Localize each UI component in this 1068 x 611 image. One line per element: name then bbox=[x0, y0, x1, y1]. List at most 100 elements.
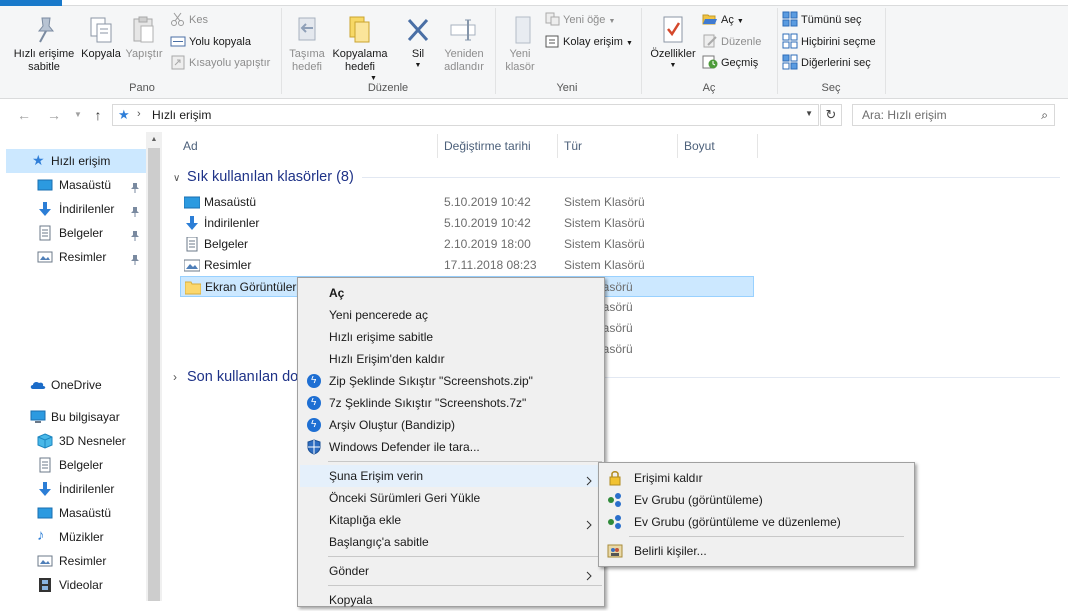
recent-locations-chevron-icon[interactable]: ▼ bbox=[68, 106, 88, 124]
back-arrow-icon[interactable]: ← bbox=[14, 106, 34, 124]
desktop-icon bbox=[37, 177, 53, 193]
pictures-icon bbox=[37, 553, 53, 569]
nav-item-onedrive[interactable]: OneDrive bbox=[6, 373, 142, 397]
file-row[interactable]: Masaüstü 5.10.2019 10:42 Sistem Klasörü bbox=[180, 192, 754, 213]
nav-scroll-up-icon[interactable]: ▲ bbox=[148, 133, 160, 147]
easy-access-button[interactable]: Kolay erişim ▼ bbox=[544, 32, 633, 52]
group-header-recent[interactable]: › Son kullanılan do bbox=[173, 367, 298, 387]
column-header-type[interactable]: Tür bbox=[564, 136, 582, 160]
menu-item-open[interactable]: Aç bbox=[300, 282, 602, 304]
refresh-button[interactable]: ↻ bbox=[820, 104, 842, 126]
menu-item-7z[interactable]: ϟ 7z Şeklinde Sıkıştır "Screenshots.7z" bbox=[300, 392, 602, 414]
open-button[interactable]: Aç ▼ bbox=[702, 10, 744, 30]
menu-item-include-library[interactable]: Kitaplığa ekle bbox=[300, 509, 602, 531]
column-divider[interactable] bbox=[437, 134, 438, 158]
menu-item-label: Yeni pencerede aç bbox=[329, 308, 428, 322]
nav-item-3d-objects[interactable]: 3D Nesneler bbox=[6, 429, 142, 453]
nav-item-pc-pictures[interactable]: Resimler bbox=[6, 549, 142, 573]
chevron-right-icon: › bbox=[173, 370, 177, 384]
properties-icon bbox=[657, 14, 689, 46]
select-all-icon bbox=[782, 11, 798, 27]
group-title: Sık kullanılan klasörler (8) bbox=[187, 169, 354, 185]
column-header-date[interactable]: Değiştirme tarihi bbox=[444, 136, 531, 160]
address-dropdown-chevron-icon[interactable]: ▼ bbox=[805, 109, 813, 118]
menu-item-remove-quick-access[interactable]: Hızlı Erişim'den kaldır bbox=[300, 348, 602, 370]
properties-button[interactable]: Özellikler ▼ bbox=[646, 14, 700, 71]
group-label-duzenle: Düzenle bbox=[367, 82, 409, 94]
nav-item-pc-documents[interactable]: Belgeler bbox=[6, 453, 142, 477]
nav-item-this-pc[interactable]: Bu bilgisayar bbox=[6, 405, 142, 429]
rename-button[interactable]: Yeniden adlandır bbox=[440, 14, 488, 74]
pin-quick-access-button[interactable]: Hızlı erişime sabitle bbox=[8, 14, 80, 74]
nav-item-desktop[interactable]: Masaüstü bbox=[6, 173, 142, 197]
breadcrumb[interactable]: Hızlı erişim bbox=[152, 108, 211, 122]
nav-item-documents[interactable]: Belgeler bbox=[6, 221, 142, 245]
menu-item-give-access[interactable]: Şuna Erişim verin bbox=[300, 465, 602, 487]
nav-item-pc-downloads[interactable]: İndirilenler bbox=[6, 477, 142, 501]
copy-button[interactable]: Kopyala bbox=[78, 14, 124, 61]
ribbon-group-pano: Hızlı erişime sabitle Kopyala Yapıştır K… bbox=[4, 8, 280, 96]
history-button[interactable]: Geçmiş bbox=[702, 53, 758, 73]
file-row[interactable]: İndirilenler 5.10.2019 10:42 Sistem Klas… bbox=[180, 213, 754, 234]
paste-shortcut-button[interactable]: Kısayolu yapıştır bbox=[170, 53, 270, 73]
context-menu: Aç Yeni pencerede aç Hızlı erişime sabit… bbox=[297, 277, 605, 607]
new-folder-button[interactable]: Yeni klasör bbox=[500, 14, 540, 74]
up-arrow-icon[interactable]: ↑ bbox=[88, 106, 108, 124]
menu-item-copy[interactable]: Kopyala bbox=[300, 589, 602, 611]
column-divider[interactable] bbox=[757, 134, 758, 158]
nav-item-downloads[interactable]: İndirilenler bbox=[6, 197, 142, 221]
nav-item-quick-access[interactable]: ★ Hızlı erişim bbox=[6, 149, 146, 173]
menu-item-zip[interactable]: ϟ Zip Şeklinde Sıkıştır "Screenshots.zip… bbox=[300, 370, 602, 392]
submenu-item-remove-access[interactable]: Erişimi kaldır bbox=[601, 467, 912, 489]
menu-item-pin-start[interactable]: Başlangıç'a sabitle bbox=[300, 531, 602, 553]
invert-selection-button[interactable]: Diğerlerini seç bbox=[782, 53, 871, 73]
column-header-name[interactable]: Ad bbox=[183, 136, 198, 160]
submenu-item-homegroup-edit[interactable]: Ev Grubu (görüntüleme ve düzenleme) bbox=[601, 511, 912, 533]
submenu-item-homegroup-view[interactable]: Ev Grubu (görüntüleme) bbox=[601, 489, 912, 511]
invert-selection-icon bbox=[782, 54, 798, 70]
file-type: Sistem Klasörü bbox=[564, 258, 645, 272]
menu-item-defender-scan[interactable]: Windows Defender ile tara... bbox=[300, 436, 602, 458]
paste-button[interactable]: Yapıştır bbox=[122, 14, 166, 61]
nav-item-pc-desktop[interactable]: Masaüstü bbox=[6, 501, 142, 525]
menu-item-open-new-window[interactable]: Yeni pencerede aç bbox=[300, 304, 602, 326]
nav-item-music[interactable]: ♪ Müzikler bbox=[6, 525, 142, 549]
delete-button[interactable]: Sil ▼ bbox=[396, 14, 440, 71]
submenu-item-specific-people[interactable]: Belirli kişiler... bbox=[601, 540, 912, 562]
select-none-button[interactable]: Hiçbirini seçme bbox=[782, 32, 876, 52]
new-item-icon bbox=[544, 11, 560, 27]
menu-item-restore-versions[interactable]: Önceki Sürümleri Geri Yükle bbox=[300, 487, 602, 509]
address-bar[interactable]: ★ › Hızlı erişim ▼ bbox=[112, 104, 819, 126]
copy-path-button[interactable]: Yolu kopyala bbox=[170, 32, 251, 52]
cut-button[interactable]: Kes bbox=[170, 10, 208, 30]
move-to-button[interactable]: Taşıma hedefi bbox=[284, 14, 330, 74]
file-tab[interactable] bbox=[0, 0, 62, 6]
select-none-icon bbox=[782, 33, 798, 49]
menu-item-send-to[interactable]: Gönder bbox=[300, 560, 602, 582]
column-header-size[interactable]: Boyut bbox=[684, 136, 715, 160]
menu-item-pin-quick-access[interactable]: Hızlı erişime sabitle bbox=[300, 326, 602, 348]
new-item-button[interactable]: Yeni öğe ▼ bbox=[544, 10, 615, 30]
file-row[interactable]: Resimler 17.11.2018 08:23 Sistem Klasörü bbox=[180, 255, 754, 276]
nav-label: Müzikler bbox=[59, 530, 104, 544]
file-row[interactable]: Belgeler 2.10.2019 18:00 Sistem Klasörü bbox=[180, 234, 754, 255]
column-divider[interactable] bbox=[677, 134, 678, 158]
nav-item-videos[interactable]: Videolar bbox=[6, 573, 142, 597]
nav-scrollbar-thumb[interactable] bbox=[148, 148, 160, 601]
paste-shortcut-icon bbox=[170, 54, 186, 70]
properties-label: Özellikler bbox=[650, 48, 696, 60]
search-placeholder: Ara: Hızlı erişim bbox=[862, 108, 947, 122]
menu-item-bandizip-archive[interactable]: ϟ Arşiv Oluştur (Bandizip) bbox=[300, 414, 602, 436]
forward-arrow-icon[interactable]: → bbox=[44, 106, 64, 124]
copy-to-button[interactable]: Kopyalama hedefi ▼ bbox=[330, 14, 390, 82]
edit-icon bbox=[702, 33, 718, 49]
search-input[interactable]: Ara: Hızlı erişim ⌕ bbox=[852, 104, 1055, 126]
group-header-frequent[interactable]: ∨ Sık kullanılan klasörler (8) bbox=[173, 167, 354, 187]
edit-button[interactable]: Düzenle bbox=[702, 32, 761, 52]
chevron-down-icon: ▼ bbox=[625, 40, 633, 47]
nav-item-pictures[interactable]: Resimler bbox=[6, 245, 142, 269]
select-all-button[interactable]: Tümünü seç bbox=[782, 10, 862, 30]
column-divider[interactable] bbox=[557, 134, 558, 158]
move-to-label: Taşıma hedefi bbox=[289, 48, 325, 73]
rename-icon bbox=[448, 14, 480, 46]
